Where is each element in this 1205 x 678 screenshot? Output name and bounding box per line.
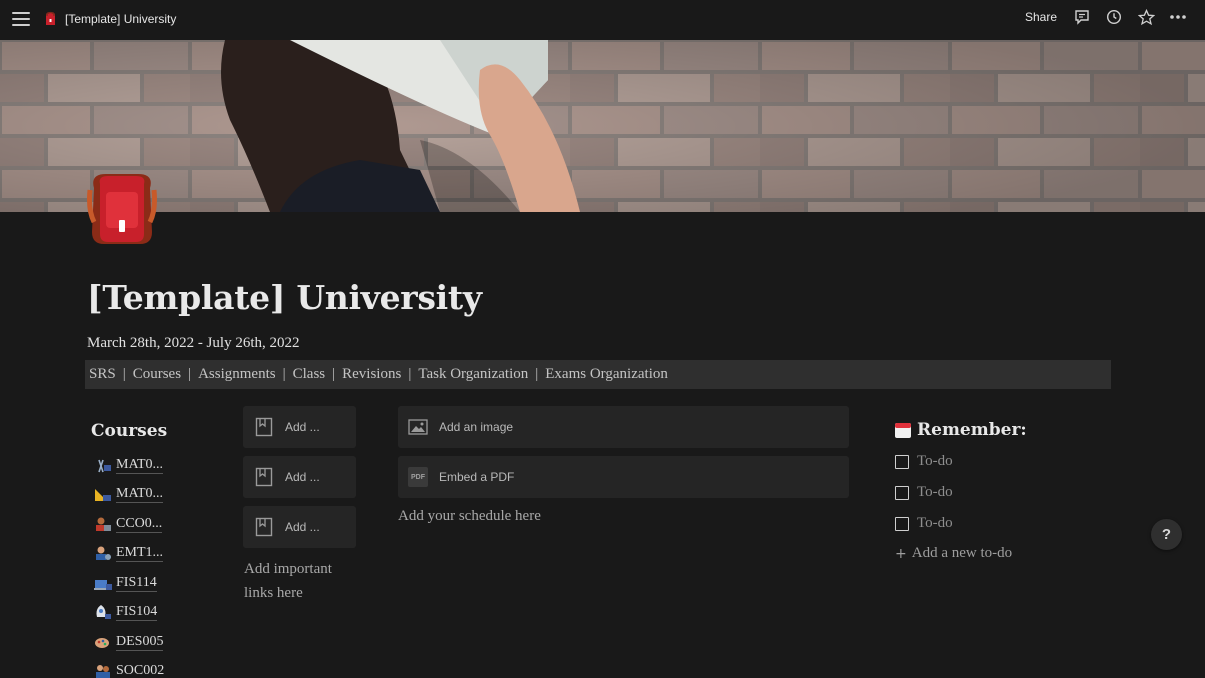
todo-item[interactable]: To-do bbox=[895, 515, 953, 532]
compass-icon bbox=[98, 459, 111, 473]
top-bar: [Template] University Share bbox=[0, 0, 1205, 40]
ruler-triangle-icon bbox=[95, 489, 111, 502]
nav-separator: | bbox=[408, 366, 412, 382]
embed-pdf-block[interactable]: PDF Embed a PDF bbox=[398, 456, 849, 498]
course-list: MAT0... MAT0... CCO0... EMT1... FIS114 F… bbox=[93, 450, 213, 678]
plus-icon: + bbox=[895, 545, 907, 562]
person-computer-icon bbox=[96, 517, 111, 531]
nav-bar: SRS | Courses | Assignments | Class | Re… bbox=[85, 360, 1111, 389]
link-card[interactable]: Add ... bbox=[243, 506, 356, 548]
nav-link-task-organization[interactable]: Task Organization bbox=[418, 366, 528, 383]
course-link[interactable]: FIS104 bbox=[93, 598, 213, 628]
bookmark-icon bbox=[255, 417, 273, 437]
link-card[interactable]: Add ... bbox=[243, 406, 356, 448]
link-card[interactable]: Add ... bbox=[243, 456, 356, 498]
backpack-icon bbox=[46, 11, 55, 25]
link-card-label: Add ... bbox=[285, 520, 320, 534]
nav-separator: | bbox=[122, 366, 126, 382]
schedule-note: Add your schedule here bbox=[398, 508, 541, 524]
share-button[interactable]: Share bbox=[1023, 8, 1059, 26]
link-card-label: Add ... bbox=[285, 420, 320, 434]
clock-icon[interactable] bbox=[1105, 8, 1123, 26]
comment-icon[interactable] bbox=[1073, 8, 1091, 26]
todo-label: To-do bbox=[917, 453, 953, 469]
nav-separator: | bbox=[535, 366, 539, 382]
course-label: MAT0... bbox=[116, 456, 164, 474]
add-todo-button[interactable]: + Add a new to-do bbox=[895, 545, 1012, 562]
breadcrumb-label: [Template] University bbox=[65, 11, 177, 26]
menu-icon[interactable] bbox=[12, 12, 30, 28]
course-label: SOC002 bbox=[116, 662, 164, 678]
course-link[interactable]: SOC002 bbox=[93, 657, 213, 678]
course-label: MAT0... bbox=[116, 486, 164, 504]
course-link[interactable]: FIS114 bbox=[93, 568, 213, 598]
image-icon bbox=[408, 419, 428, 435]
laptop-icon bbox=[94, 579, 112, 590]
rocket-icon bbox=[96, 605, 111, 620]
remember-heading: Remember: bbox=[894, 420, 1027, 440]
palette-icon bbox=[95, 637, 109, 648]
star-icon[interactable] bbox=[1137, 8, 1155, 26]
pdf-icon-label: PDF bbox=[411, 473, 425, 481]
todo-checkbox[interactable] bbox=[895, 485, 909, 500]
course-link[interactable]: MAT0... bbox=[93, 480, 213, 510]
course-label: CCO0... bbox=[116, 515, 163, 533]
page-title: [Template] University bbox=[87, 278, 482, 317]
add-image-block[interactable]: Add an image bbox=[398, 406, 849, 448]
todo-item[interactable]: To-do bbox=[895, 484, 953, 501]
nav-link-class[interactable]: Class bbox=[293, 366, 326, 383]
nav-link-srs[interactable]: SRS bbox=[89, 366, 116, 383]
course-link[interactable]: CCO0... bbox=[93, 509, 213, 539]
date-range: March 28th, 2022 - July 26th, 2022 bbox=[87, 335, 300, 351]
add-image-label: Add an image bbox=[439, 420, 514, 434]
todo-label: To-do bbox=[917, 515, 953, 531]
course-link[interactable]: EMT1... bbox=[93, 539, 213, 569]
embed-pdf-label: Embed a PDF bbox=[439, 470, 515, 484]
todo-label: To-do bbox=[917, 484, 953, 500]
bookmark-icon bbox=[255, 467, 273, 487]
todo-item[interactable]: To-do bbox=[895, 453, 953, 470]
person-gear-icon bbox=[96, 546, 111, 561]
link-card-label: Add ... bbox=[285, 470, 320, 484]
nav-link-revisions[interactable]: Revisions bbox=[342, 366, 401, 383]
nav-link-courses[interactable]: Courses bbox=[133, 366, 181, 383]
course-label: DES005 bbox=[116, 633, 164, 651]
links-note: Add important links here bbox=[244, 561, 332, 601]
course-label: FIS114 bbox=[116, 574, 157, 592]
course-link[interactable]: DES005 bbox=[93, 627, 213, 657]
pdf-icon: PDF bbox=[408, 467, 428, 487]
add-todo-label: Add a new to-do bbox=[911, 545, 1013, 561]
breadcrumb[interactable]: [Template] University bbox=[44, 11, 176, 26]
bookmark-icon bbox=[255, 517, 273, 537]
calendar-icon bbox=[895, 423, 911, 438]
cover-image bbox=[0, 40, 1205, 212]
course-link[interactable]: MAT0... bbox=[93, 450, 213, 480]
course-label: EMT1... bbox=[116, 545, 164, 563]
nav-link-assignments[interactable]: Assignments bbox=[198, 366, 276, 383]
nav-separator: | bbox=[188, 366, 192, 382]
remember-heading-label: Remember: bbox=[917, 420, 1027, 440]
nav-separator: | bbox=[332, 366, 336, 382]
people-icon bbox=[96, 665, 110, 678]
course-label: FIS104 bbox=[116, 604, 158, 622]
help-button[interactable]: ? bbox=[1151, 519, 1182, 550]
more-icon[interactable] bbox=[1169, 8, 1187, 26]
backpack-icon[interactable] bbox=[86, 170, 158, 246]
nav-separator: | bbox=[282, 366, 286, 382]
todo-checkbox[interactable] bbox=[895, 516, 909, 531]
courses-heading: Courses bbox=[91, 421, 168, 441]
todo-checkbox[interactable] bbox=[895, 454, 909, 469]
nav-link-exams-organization[interactable]: Exams Organization bbox=[545, 366, 668, 383]
